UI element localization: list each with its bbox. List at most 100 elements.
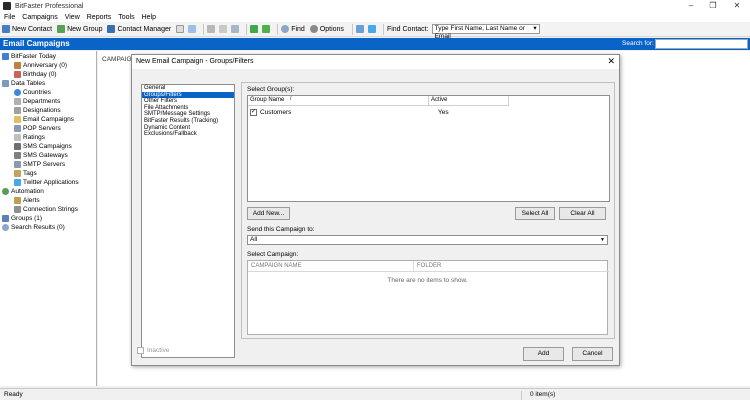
tree-item-data-tables[interactable]: Data Tables [2,80,45,87]
alert-icon [14,197,21,204]
search-input[interactable] [655,39,748,49]
tree-label: POP Servers [23,125,61,132]
column-header-group-name[interactable]: Group Name / [248,96,429,106]
row-checkbox[interactable]: ✓ [250,109,257,116]
tree-item-sms-gateways[interactable]: SMS Gateways [14,152,68,159]
table-icon [2,80,9,87]
add-button[interactable]: Add [523,347,564,361]
nav-item-other-filters[interactable]: Other Filters [142,98,234,105]
print-icon[interactable] [207,25,216,33]
envelope-icon[interactable] [176,25,185,33]
menu-view[interactable]: View [65,14,80,21]
minimize-icon[interactable]: – [680,0,702,12]
nav-item-file-attachments[interactable]: File Attachments [142,105,234,112]
tree-item-smtp-servers[interactable]: SMTP Servers [14,161,65,168]
menu-campaigns[interactable]: Campaigns [22,14,57,21]
select-campaign-label: Select Campaign: [247,251,299,258]
tree-item-automation[interactable]: Automation [2,188,44,195]
tree-item-departments[interactable]: Departments [14,98,60,105]
tree-label: SMS Gateways [23,152,68,159]
send-to-select[interactable]: All ▼ [247,235,608,245]
menu-reports[interactable]: Reports [87,14,112,21]
menu-help[interactable]: Help [142,14,156,21]
column-header-campaign[interactable]: CAMPAIG [102,56,132,63]
tree-label: Designations [23,107,61,114]
toolbar-separator [246,23,248,35]
menu-file[interactable]: File [4,14,15,21]
table-row[interactable]: ✓ Customers Yes [250,108,550,117]
tree-label: Anniversary (0) [23,62,68,69]
sync-icon[interactable] [262,25,271,33]
tree-label: Birthday (0) [23,71,57,78]
gear-icon [309,25,318,33]
new-group-button[interactable]: New Group [57,25,102,33]
close-icon[interactable]: ✕ [607,56,615,67]
toolbar: New Contact New Group Contact Manager Fi… [0,22,750,40]
nav-item-general[interactable]: General [142,85,234,92]
tree-item-groups[interactable]: Groups (1) [2,215,42,222]
find-contact-label: Find Contact: [386,25,429,33]
nav-item-bitfaster-results[interactable]: BitFaster Results (Tracking) [142,118,234,125]
new-contact-label: New Contact [12,25,53,33]
column-header-active[interactable]: Active [429,96,509,106]
tools-icon[interactable] [231,25,240,33]
nav-item-dynamic-content[interactable]: Dynamic Content [142,125,234,132]
refresh-icon[interactable] [250,25,259,33]
dialog-title-bar: New Email Campaign - Groups/Filters ✕ [132,55,619,69]
inactive-checkbox-row[interactable]: Inactive [137,347,169,354]
tree-item-ratings[interactable]: Ratings [14,134,45,141]
add-new-button[interactable]: Add New... [247,207,290,220]
toolbar-separator [382,23,384,35]
select-all-button[interactable]: Select All [515,207,555,220]
tree-item-bitfaster-today[interactable]: BitFaster Today [2,53,56,60]
tree-item-search-results[interactable]: Search Results (0) [2,224,65,231]
clear-all-button[interactable]: Clear All [559,207,606,220]
tree-label: Countries [23,89,51,96]
tree-label: Departments [23,98,61,105]
options-button[interactable]: Options [309,25,344,33]
cake-icon [14,71,21,78]
send-to-label: Send this Campaign to: [247,226,315,233]
column-header-folder[interactable]: FOLDER [414,261,609,272]
tree-item-email-campaigns[interactable]: Email Campaigns [14,116,74,123]
nav-item-smtp-message-settings[interactable]: SMTP/Message Settings [142,111,234,118]
restore-icon[interactable]: ❐ [702,0,724,12]
facebook-icon[interactable] [355,25,364,33]
tree-item-pop-servers[interactable]: POP Servers [14,125,61,132]
tree-item-anniversary[interactable]: Anniversary (0) [14,62,67,69]
tree-item-alerts[interactable]: Alerts [14,197,40,204]
find-contact-combo[interactable]: Type First Name, Last Name or Email ▾ [431,24,540,40]
tree-label: SMTP Servers [23,161,66,168]
gear-icon [2,188,9,195]
toolbar-separator [203,23,205,35]
cancel-button[interactable]: Cancel [572,347,613,361]
contact-manager-button[interactable]: Contact Manager [107,25,171,33]
column-header-campaign-name[interactable]: CAMPAIGN NAME [248,261,414,272]
tree-item-countries[interactable]: Countries [14,89,51,96]
row-active: Yes [438,109,449,116]
find-button[interactable]: Find [281,25,305,33]
nav-item-groups-filters[interactable]: Groups/Filters [142,91,234,99]
tree-item-sms-campaigns[interactable]: SMS Campaigns [14,143,72,150]
menu-tools[interactable]: Tools [118,14,134,21]
nav-item-exclusions-fallback[interactable]: Exclusions/Fallback [142,131,234,138]
rating-icon [14,134,21,141]
tree-item-connection-strings[interactable]: Connection Strings [14,206,78,213]
inactive-checkbox[interactable] [137,347,144,354]
envelope-icon [14,116,21,123]
department-icon [14,98,21,105]
new-contact-button[interactable]: New Contact [2,25,52,33]
tree-label: Data Tables [11,80,46,87]
send-icon[interactable] [188,25,197,33]
tree-item-birthday[interactable]: Birthday (0) [14,71,57,78]
tree-item-tags[interactable]: Tags [14,170,37,177]
find-label: Find [291,25,305,33]
twitter-icon[interactable] [367,25,376,33]
close-icon[interactable]: ✕ [726,0,748,12]
tree-label: Email Campaigns [23,116,74,123]
gateway-icon [14,152,21,159]
tree-item-designations[interactable]: Designations [14,107,61,114]
tree-item-twitter-applications[interactable]: Twitter Applications [14,179,79,186]
search-icon [2,224,9,231]
export-icon[interactable] [219,25,228,33]
